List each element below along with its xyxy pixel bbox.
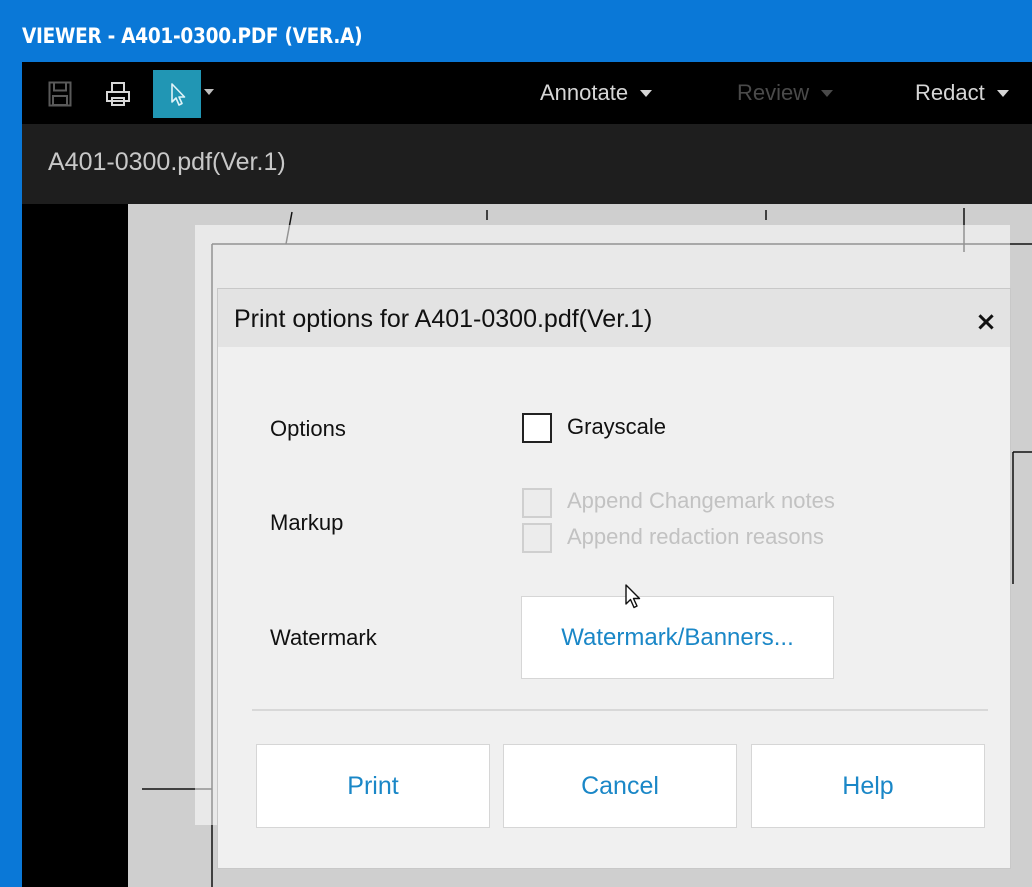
menu-annotate-label: Annotate — [540, 80, 629, 105]
chevron-down-icon — [640, 89, 653, 97]
save-icon[interactable] — [46, 80, 74, 108]
options-label: Options — [270, 416, 346, 441]
append-redaction-checkbox — [522, 523, 552, 553]
dialog-header: Print options for A401-0300.pdf(Ver.1) × — [218, 289, 1010, 347]
print-button[interactable]: Print — [256, 744, 490, 828]
dialog-divider — [252, 709, 988, 711]
toolbar: Annotate Review Redact — [22, 62, 1032, 124]
grayscale-label[interactable]: Grayscale — [567, 414, 666, 440]
chevron-down-icon[interactable] — [204, 89, 214, 95]
append-redaction-label: Append redaction reasons — [567, 524, 824, 549]
viewer-window: VIEWER - A401-0300.PDF (VER.A) Annotate … — [0, 0, 1032, 887]
document-title: A401-0300.pdf(Ver.1) — [48, 148, 286, 176]
dialog-title: Print options for A401-0300.pdf(Ver.1) — [234, 305, 653, 333]
cancel-button[interactable]: Cancel — [503, 744, 737, 828]
select-pointer-icon[interactable] — [153, 70, 201, 118]
print-icon[interactable] — [104, 80, 132, 108]
menu-redact[interactable]: Redact — [915, 80, 1009, 106]
close-icon[interactable]: × — [971, 307, 1001, 337]
menu-review-label: Review — [737, 80, 810, 105]
append-changemark-checkbox — [522, 488, 552, 518]
window-title: VIEWER - A401-0300.PDF (VER.A) — [22, 24, 363, 48]
grayscale-checkbox[interactable] — [522, 413, 552, 443]
chevron-down-icon — [996, 89, 1009, 97]
help-button[interactable]: Help — [751, 744, 985, 828]
menu-redact-label: Redact — [915, 80, 985, 105]
append-changemark-label: Append Changemark notes — [567, 488, 835, 513]
watermark-label: Watermark — [270, 625, 377, 650]
menu-review: Review — [737, 80, 834, 106]
menu-annotate[interactable]: Annotate — [540, 80, 653, 106]
chevron-down-icon — [821, 89, 834, 97]
mouse-cursor-icon — [624, 583, 644, 616]
markup-label: Markup — [270, 510, 344, 535]
print-options-dialog: Print options for A401-0300.pdf(Ver.1) ×… — [218, 289, 1010, 868]
watermark-banners-button[interactable]: Watermark/Banners... — [521, 596, 834, 679]
title-bar: VIEWER - A401-0300.PDF (VER.A) — [0, 0, 1032, 62]
document-header: A401-0300.pdf(Ver.1) — [22, 124, 1032, 204]
